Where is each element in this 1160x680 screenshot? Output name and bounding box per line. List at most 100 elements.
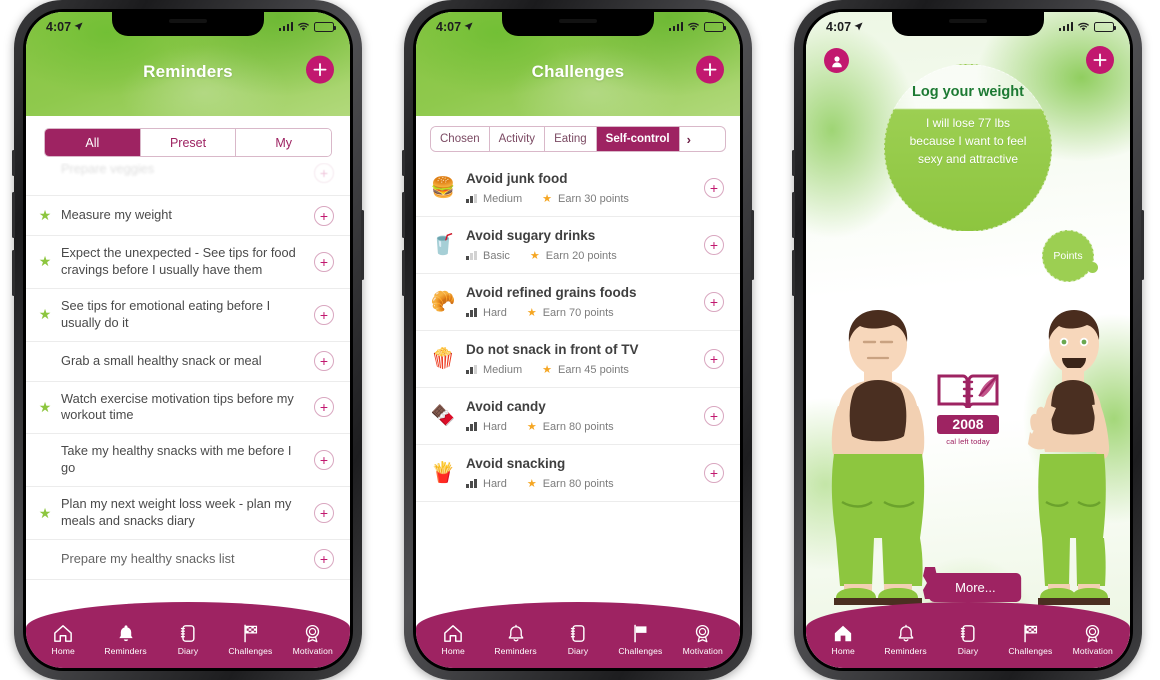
list-item[interactable]: ★ Prepare my healthy snacks list + [26,540,350,580]
add-item-button[interactable]: + [314,163,334,183]
log-weight-bubble[interactable]: Log your weight I will lose 77 lbs becau… [884,64,1052,232]
table-row[interactable]: 🍟 Avoid snacking Hard ★ Earn 80 points + [416,445,740,502]
add-challenge-row-button[interactable]: + [704,463,724,483]
nav-label: Diary [957,646,979,656]
sidebar-item-challenges[interactable]: Challenges [610,612,670,656]
cellular-signal-icon [1058,22,1073,31]
add-item-button[interactable]: + [314,205,334,226]
add-item-button[interactable]: + [314,450,334,471]
add-challenge-row-button[interactable]: + [704,178,724,198]
challenge-title: Avoid junk food [466,171,568,186]
sidebar-item-reminders[interactable]: Reminders [876,612,936,656]
sidebar-item-challenges[interactable]: Challenges [220,612,280,656]
list-item[interactable]: ★ Prepare veggies + [26,163,350,196]
table-row[interactable]: 🍫 Avoid candy Hard ★ Earn 80 points + [416,388,740,445]
table-row[interactable]: 🥐 Avoid refined grains foods Hard ★ Earn… [416,274,740,331]
medal-icon [696,624,710,643]
list-item[interactable]: ★ Plan my next weight loss week - plan m… [26,487,350,540]
reminder-text: Prepare veggies [61,163,155,177]
sidebar-item-reminders[interactable]: Reminders [96,612,156,656]
tab-eating[interactable]: Eating [545,127,597,151]
tab-activity[interactable]: Activity [489,127,546,151]
chevron-right-icon[interactable]: › [679,127,698,151]
segment-my[interactable]: My [236,129,331,156]
sidebar-item-diary[interactable]: Diary [158,612,218,656]
add-challenge-row-button[interactable]: + [704,235,724,255]
location-arrow-icon [74,22,83,31]
challenge-points: Earn 70 points [542,306,614,319]
profile-avatar-icon[interactable] [824,48,849,73]
tab-self-control[interactable]: Self-control [596,127,680,151]
add-challenge-button[interactable] [696,55,724,84]
sidebar-item-motivation[interactable]: Motivation [283,612,343,656]
list-item[interactable]: ★ Grab a small healthy snack or meal + [26,342,350,382]
sidebar-item-motivation[interactable]: Motivation [1063,612,1123,656]
bottom-nav-bar: Home Reminders Diary Challenges Motivati… [26,602,350,668]
sidebar-item-home[interactable]: Home [33,612,93,656]
sidebar-item-challenges[interactable]: Challenges [1000,612,1060,656]
difficulty-icon [466,365,477,374]
add-item-button[interactable]: + [314,397,334,418]
challenge-level: Hard [483,477,507,490]
list-item[interactable]: ★ Take my healthy snacks with me before … [26,434,350,488]
notch [502,12,654,36]
list-item[interactable]: ★ Watch exercise motivation tips before … [26,382,350,435]
sidebar-item-reminders[interactable]: Reminders [486,612,546,656]
calories-left-badge[interactable]: 2008 cal left today [929,370,1007,446]
add-item-button[interactable]: + [314,304,334,325]
wifi-icon [1077,22,1090,31]
phone-mockup-motivation: 4:07 Log your weight I will lose 77 lbs … [792,0,1144,680]
challenges-tabs-wrap: Chosen Activity Eating Self-control › [416,116,740,160]
segment-all[interactable]: All [45,129,141,156]
challenge-points: Earn 80 points [542,477,614,490]
bottom-nav-bar: Home Reminders Diary Challenges Motivati… [416,602,740,668]
challenges-tabstrip[interactable]: Chosen Activity Eating Self-control › [430,126,726,152]
more-button[interactable]: More... [929,573,1022,602]
add-challenge-row-button[interactable]: + [704,406,724,426]
challenge-points: Earn 30 points [558,192,629,205]
add-challenge-row-button[interactable]: + [704,349,724,369]
sidebar-item-diary[interactable]: Diary [548,612,608,656]
table-row[interactable]: 🥤 Avoid sugary drinks Basic ★ Earn 20 po… [416,217,740,274]
table-row[interactable]: 🍿 Do not snack in front of TV Medium ★ E… [416,331,740,388]
sidebar-item-home[interactable]: Home [423,612,483,656]
list-item[interactable]: ★ Measure my weight + [26,196,350,236]
reminders-filter-segmented[interactable]: All Preset My [44,128,332,157]
add-button[interactable] [1086,46,1114,74]
add-item-button[interactable]: + [314,549,334,570]
plus-icon [313,63,327,77]
device-bezel: 4:07 Challenges Chosen Activity Eating S… [413,9,743,671]
tab-chosen[interactable]: Chosen [431,127,490,151]
nav-label: Reminders [884,646,927,656]
diary-icon [961,625,976,642]
bell-icon [508,624,523,642]
add-item-button[interactable]: + [314,503,334,524]
plus-icon [1093,53,1107,67]
star-icon: ★ [526,307,537,319]
add-item-button[interactable]: + [314,251,334,272]
burger-icon: 🍔 [430,177,456,199]
calories-caption: cal left today [946,437,990,446]
table-row[interactable]: 🍔 Avoid junk food Medium ★ Earn 30 point… [416,160,740,217]
nav-label: Motivation [682,646,723,656]
star-icon: ★ [38,253,52,270]
challenge-level: Medium [483,192,523,205]
add-challenge-row-button[interactable]: + [704,292,724,312]
sidebar-item-motivation[interactable]: Motivation [673,612,733,656]
star-icon: ★ [526,478,537,490]
sidebar-item-diary[interactable]: Diary [938,612,998,656]
nav-label: Home [441,646,465,656]
segment-preset[interactable]: Preset [140,129,237,156]
points-label: Points [1053,250,1083,262]
diary-icon [181,625,196,642]
battery-icon [314,21,336,32]
add-item-button[interactable]: + [314,351,334,372]
difficulty-icon [466,308,477,317]
sidebar-item-home[interactable]: Home [813,612,873,656]
add-reminder-button[interactable] [306,55,334,84]
status-time: 4:07 [436,19,462,34]
points-bubble[interactable]: Points [1042,230,1098,282]
list-item[interactable]: ★ Expect the unexpected - See tips for f… [26,236,350,289]
list-item[interactable]: ★ See tips for emotional eating before I… [26,289,350,342]
bell-icon [898,624,913,642]
